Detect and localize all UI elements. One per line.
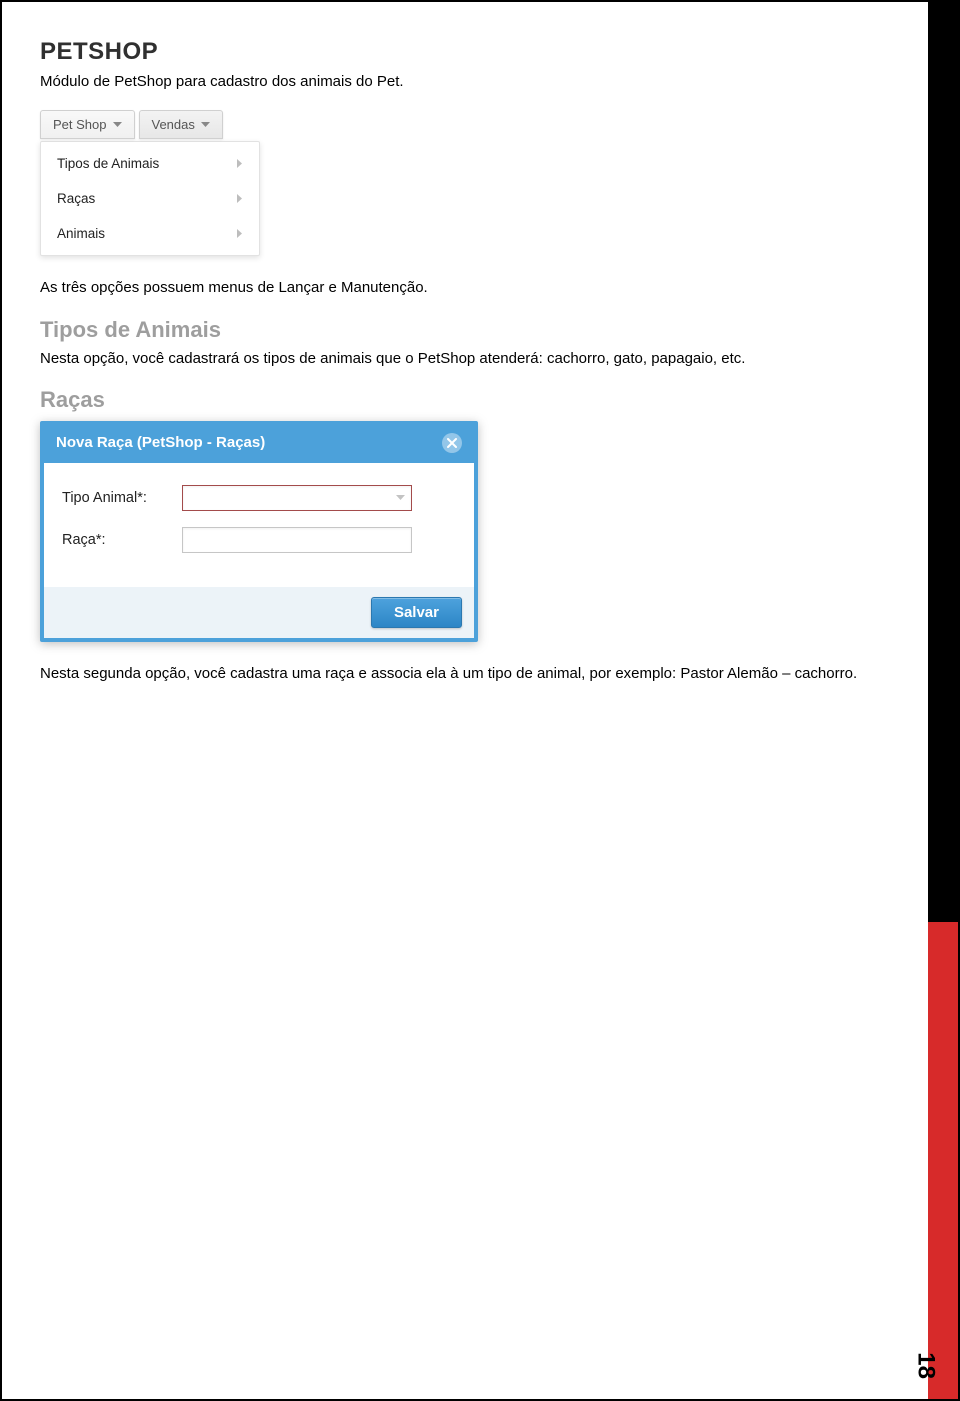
dropdown-item-tipos[interactable]: Tipos de Animais (41, 146, 259, 181)
dialog-footer: Salvar (44, 587, 474, 638)
tab-petshop-label: Pet Shop (53, 117, 107, 132)
dialog-titlebar: Nova Raça (PetShop - Raças) (44, 425, 474, 463)
chevron-down-icon (396, 495, 405, 501)
dialog-frame: Nova Raça (PetShop - Raças) Tipo Animal*… (40, 421, 478, 642)
heading-petshop: PETSHOP (40, 38, 898, 66)
chevron-right-icon (237, 159, 243, 168)
content-area: PETSHOP Módulo de PetShop para cadastro … (40, 38, 898, 684)
page-frame: PETSHOP Módulo de PetShop para cadastro … (0, 0, 960, 1401)
form-row-raca: Raça*: (62, 527, 456, 553)
racas-paragraph: Nesta segunda opção, você cadastra uma r… (40, 664, 898, 684)
menu-screenshot: Pet Shop Vendas Tipos de Animais Raças (40, 110, 270, 256)
dropdown-item-racas[interactable]: Raças (41, 181, 259, 216)
intro-paragraph: Módulo de PetShop para cadastro dos anim… (40, 72, 898, 92)
label-tipo-animal: Tipo Animal*: (62, 490, 182, 506)
dropdown-item-label: Animais (57, 226, 105, 241)
close-button[interactable] (442, 433, 462, 453)
dropdown-item-animais[interactable]: Animais (41, 216, 259, 251)
dropdown-panel: Tipos de Animais Raças Animais (40, 141, 260, 256)
dropdown-item-label: Tipos de Animais (57, 156, 159, 171)
tab-bar: Pet Shop Vendas (40, 110, 270, 139)
select-tipo-animal[interactable] (182, 485, 412, 511)
label-raca: Raça*: (62, 532, 182, 548)
input-raca[interactable] (182, 527, 412, 553)
form-row-tipo-animal: Tipo Animal*: (62, 485, 456, 511)
chevron-right-icon (237, 229, 243, 238)
tab-vendas-label: Vendas (152, 117, 195, 132)
heading-racas: Raças (40, 387, 898, 413)
dialog-body: Tipo Animal*: Raça*: (44, 463, 474, 587)
page-number: 18 (912, 1352, 940, 1379)
dialog-title-text: Nova Raça (PetShop - Raças) (56, 434, 265, 451)
tab-vendas[interactable]: Vendas (139, 110, 223, 139)
chevron-down-icon (201, 122, 210, 128)
side-accent-red (928, 922, 958, 1399)
side-accent-black (928, 2, 958, 922)
dropdown-item-label: Raças (57, 191, 95, 206)
options-paragraph: As três opções possuem menus de Lançar e… (40, 278, 898, 298)
heading-tipos-de-animais: Tipos de Animais (40, 317, 898, 343)
save-button[interactable]: Salvar (371, 597, 462, 628)
close-icon (447, 438, 457, 448)
tab-petshop[interactable]: Pet Shop (40, 110, 135, 139)
dialog-nova-raca: Nova Raça (PetShop - Raças) Tipo Animal*… (40, 421, 478, 642)
chevron-down-icon (113, 122, 122, 128)
tipos-paragraph: Nesta opção, você cadastrará os tipos de… (40, 349, 898, 369)
chevron-right-icon (237, 194, 243, 203)
